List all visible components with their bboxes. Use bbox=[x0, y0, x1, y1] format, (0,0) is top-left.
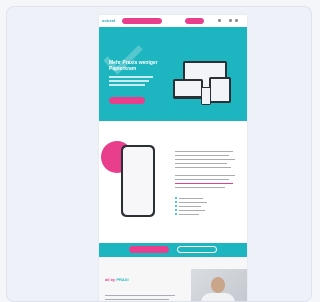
text-line bbox=[175, 155, 229, 157]
hero-text-line bbox=[109, 76, 153, 78]
user-icon[interactable] bbox=[229, 19, 232, 22]
text-line bbox=[175, 187, 225, 189]
text-line bbox=[175, 167, 231, 169]
tablet-device bbox=[209, 77, 231, 103]
praxi-logo: all by PRAXI bbox=[105, 277, 129, 282]
search-icon[interactable] bbox=[218, 19, 221, 22]
praxi-logo-brand: PRAXI bbox=[116, 277, 129, 282]
site-logo[interactable]: sobraf bbox=[102, 18, 115, 23]
band-primary-button[interactable] bbox=[129, 246, 169, 253]
bullet-text bbox=[179, 205, 201, 207]
link-line[interactable] bbox=[175, 183, 233, 185]
praxi-logo-prefix: all by bbox=[105, 277, 116, 282]
top-nav: sobraf bbox=[99, 15, 247, 27]
band-secondary-button[interactable] bbox=[177, 246, 217, 253]
text-line bbox=[175, 175, 235, 177]
bullet-text bbox=[179, 213, 199, 215]
text-line bbox=[175, 159, 235, 161]
praxi-section: all by PRAXI bbox=[99, 257, 247, 301]
cta-band bbox=[99, 243, 247, 257]
nav-primary-button[interactable] bbox=[122, 18, 162, 24]
laptop-device bbox=[173, 79, 203, 99]
webpage-preview: sobraf Mehr Praxis weniger Papierkram al… bbox=[99, 15, 247, 301]
menu-icon[interactable] bbox=[235, 19, 238, 22]
bullet-text bbox=[179, 197, 203, 199]
bullet-icon bbox=[175, 213, 177, 215]
text-line bbox=[175, 151, 233, 153]
text-line bbox=[175, 179, 229, 181]
app-feature-section bbox=[99, 121, 247, 243]
smartphone-image bbox=[121, 145, 155, 217]
bullet-icon bbox=[175, 201, 177, 203]
text-line bbox=[175, 163, 227, 165]
hero-title: Mehr Praxis weniger Papierkram bbox=[109, 60, 158, 72]
bullet-icon bbox=[175, 197, 177, 199]
hero-section: Mehr Praxis weniger Papierkram bbox=[99, 27, 247, 121]
bullet-icon bbox=[175, 205, 177, 207]
text-line bbox=[105, 295, 175, 297]
person-photo bbox=[191, 269, 247, 301]
phone-device bbox=[201, 87, 211, 105]
bullet-text bbox=[179, 209, 205, 211]
hero-cta-button[interactable] bbox=[109, 97, 145, 104]
nav-secondary-button[interactable] bbox=[185, 18, 204, 24]
bullet-icon bbox=[175, 209, 177, 211]
screenshot-card: sobraf Mehr Praxis weniger Papierkram al… bbox=[6, 6, 312, 302]
text-line bbox=[105, 299, 169, 301]
bullet-text bbox=[179, 201, 207, 203]
hero-text-line bbox=[109, 80, 149, 82]
hero-text-line bbox=[109, 84, 145, 86]
